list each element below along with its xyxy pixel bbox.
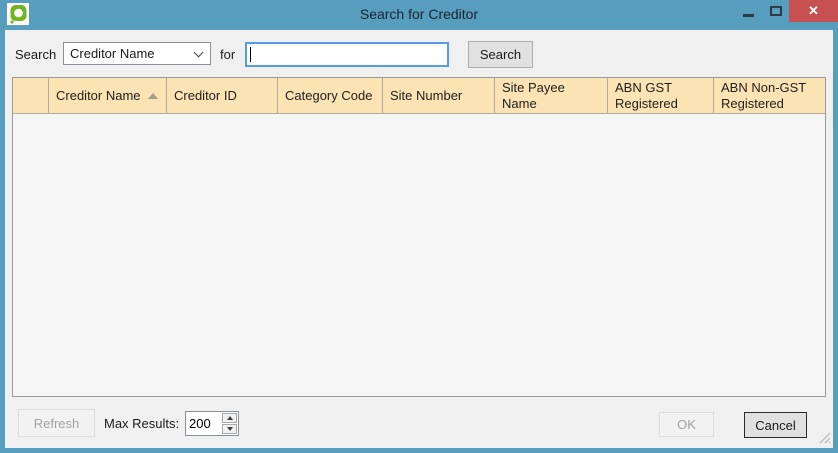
arrow-up-icon bbox=[227, 416, 233, 420]
results-grid-body-empty[interactable] bbox=[13, 114, 825, 396]
column-header-creditor-id[interactable]: Creditor ID bbox=[167, 78, 278, 113]
max-results-label: Max Results: bbox=[104, 416, 179, 431]
max-results-input[interactable] bbox=[186, 412, 221, 435]
window-title: Search for Creditor bbox=[0, 6, 838, 22]
search-for-creditor-dialog: Search for Creditor ✕ Search Creditor Na… bbox=[0, 0, 838, 453]
window-controls: ✕ bbox=[735, 0, 838, 22]
column-header-site-number[interactable]: Site Number bbox=[383, 78, 495, 113]
cancel-button[interactable]: Cancel bbox=[744, 412, 807, 438]
results-grid: Creditor Name Creditor ID Category Code … bbox=[12, 77, 826, 397]
arrow-down-icon bbox=[227, 427, 233, 431]
search-query-input[interactable] bbox=[245, 42, 449, 67]
search-field-dropdown[interactable]: Creditor Name bbox=[63, 42, 211, 65]
column-header-row-selector[interactable] bbox=[13, 78, 49, 113]
resize-grip[interactable] bbox=[818, 431, 831, 447]
close-icon: ✕ bbox=[808, 3, 819, 19]
column-header-abn-non-gst-registered[interactable]: ABN Non-GST Registered bbox=[714, 78, 825, 113]
search-label: Search bbox=[15, 47, 56, 62]
sort-ascending-icon bbox=[148, 93, 158, 99]
spinner-buttons bbox=[221, 412, 238, 435]
search-field-dropdown-value: Creditor Name bbox=[70, 46, 155, 61]
column-header-abn-gst-registered[interactable]: ABN GST Registered bbox=[608, 78, 714, 113]
for-label: for bbox=[220, 47, 235, 62]
column-header-creditor-name[interactable]: Creditor Name bbox=[49, 78, 167, 113]
ok-button[interactable]: OK bbox=[659, 412, 714, 437]
results-grid-header: Creditor Name Creditor ID Category Code … bbox=[13, 78, 825, 114]
maximize-icon bbox=[770, 6, 782, 16]
close-button[interactable]: ✕ bbox=[789, 0, 838, 22]
refresh-button[interactable]: Refresh bbox=[18, 409, 95, 437]
titlebar: Search for Creditor ✕ bbox=[0, 0, 838, 30]
column-header-site-payee-name[interactable]: Site Payee Name bbox=[495, 78, 608, 113]
minimize-button[interactable] bbox=[735, 0, 762, 22]
search-button[interactable]: Search bbox=[468, 41, 533, 68]
spinner-down-button[interactable] bbox=[222, 424, 237, 434]
spinner-up-button[interactable] bbox=[222, 413, 237, 423]
max-results-spinner bbox=[185, 411, 239, 436]
chevron-down-icon bbox=[194, 48, 204, 58]
column-header-category-code[interactable]: Category Code bbox=[278, 78, 383, 113]
text-caret bbox=[250, 47, 251, 62]
dialog-body: Search Creditor Name for Search Creditor… bbox=[5, 30, 833, 448]
maximize-button[interactable] bbox=[762, 0, 789, 22]
minimize-icon bbox=[743, 14, 754, 17]
